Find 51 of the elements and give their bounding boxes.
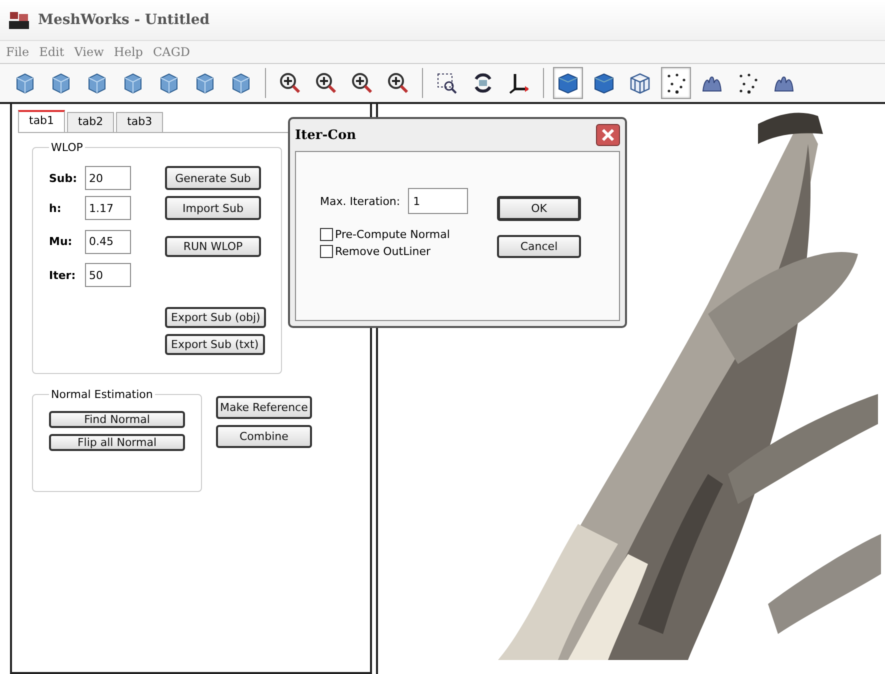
menu-item[interactable]: Edit <box>39 45 64 59</box>
group-title: WLOP <box>50 141 84 154</box>
group-title: Normal Estimation <box>50 388 154 401</box>
menu-item[interactable]: View <box>74 45 104 59</box>
field-label: Max. Iteration: <box>320 194 400 208</box>
action-button[interactable]: Find Normal <box>49 411 185 428</box>
close-button[interactable] <box>596 124 620 146</box>
action-button[interactable]: Generate Sub <box>165 166 261 190</box>
input-field[interactable]: 0.45 <box>85 230 131 254</box>
axes-icon <box>507 71 531 95</box>
field-label: Mu: <box>49 235 74 248</box>
close-icon <box>601 128 615 142</box>
action-button[interactable]: Export Sub (txt) <box>165 334 265 355</box>
action-button[interactable]: Flip all Normal <box>49 434 185 451</box>
zoom-icon <box>314 71 338 95</box>
action-button[interactable]: Make Reference <box>216 396 312 419</box>
input-field[interactable]: 50 <box>85 263 131 287</box>
toolbar-button[interactable] <box>553 67 583 99</box>
zoom-icon <box>350 71 374 95</box>
action-button[interactable]: RUN WLOP <box>165 236 261 257</box>
field-label: Iter: <box>49 268 77 282</box>
tab[interactable]: tab1 <box>18 110 66 132</box>
dialog-button[interactable]: OK <box>497 196 581 221</box>
action-button[interactable]: Export Sub (obj) <box>165 307 266 328</box>
tab[interactable]: tab3 <box>116 112 164 132</box>
checkbox[interactable] <box>320 245 333 258</box>
input-field[interactable]: 1.17 <box>85 196 131 220</box>
field-label: Sub: <box>49 172 78 184</box>
zoom-icon <box>278 71 302 95</box>
dialog-button[interactable]: Cancel <box>497 235 581 258</box>
cube-icon <box>556 71 580 95</box>
input-field[interactable]: 1 <box>408 188 468 214</box>
checkbox-label: Remove OutLiner <box>335 245 431 258</box>
toolbar-button[interactable] <box>661 67 691 99</box>
menu-item[interactable]: CAGD <box>152 45 190 59</box>
zoom-icon <box>386 71 410 95</box>
action-button[interactable]: Combine <box>216 425 312 448</box>
app-icon <box>8 10 30 30</box>
checkbox[interactable] <box>320 228 333 241</box>
dialog-title: Iter-Con <box>295 128 356 142</box>
cube-icon <box>592 71 616 95</box>
select-icon <box>435 71 459 95</box>
action-button[interactable]: Import Sub <box>165 196 261 220</box>
tab[interactable]: tab2 <box>67 112 114 132</box>
field-label: h: <box>49 202 62 214</box>
checkbox-label: Pre-Compute Normal <box>335 228 450 241</box>
input-field[interactable]: 20 <box>85 166 131 190</box>
wireframe-cube-icon <box>628 71 652 95</box>
window-title: MeshWorks - Untitled <box>38 12 210 28</box>
menu-item[interactable]: File <box>6 45 30 59</box>
menu-item[interactable]: Help <box>114 45 143 59</box>
